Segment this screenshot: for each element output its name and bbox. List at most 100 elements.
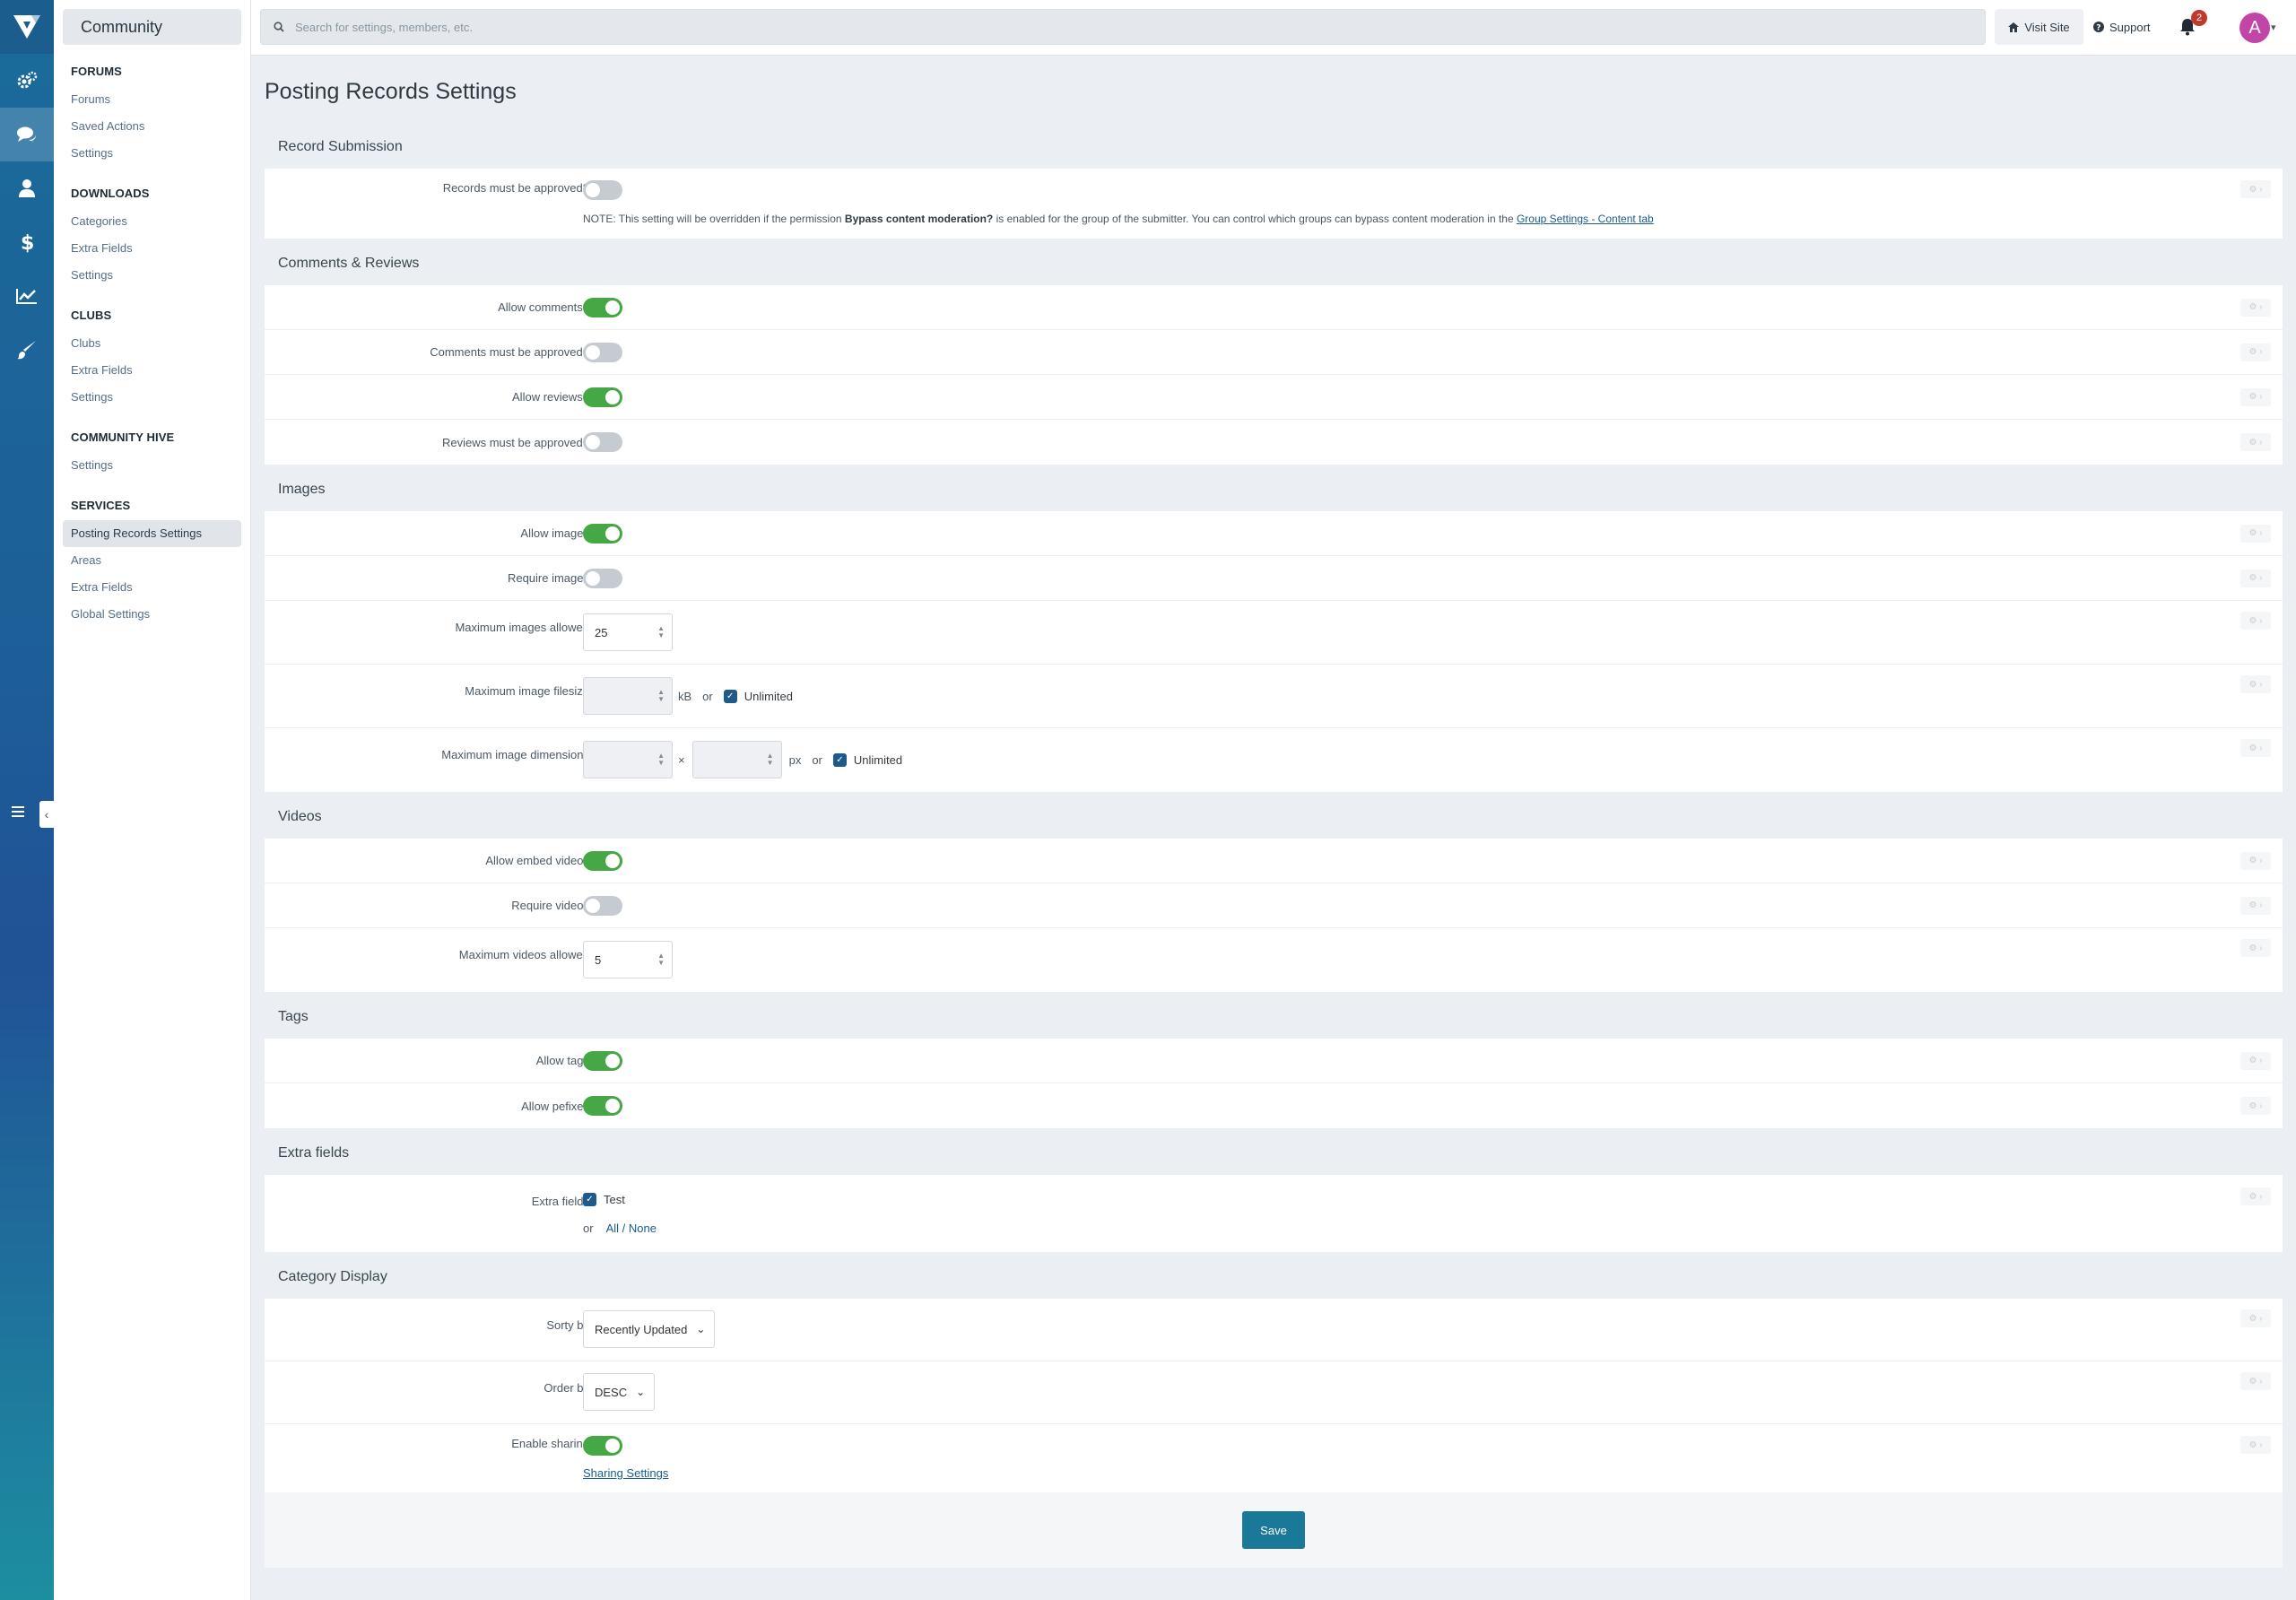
setting-gear-icon[interactable]: ⚙ › (2240, 387, 2271, 406)
setting-row: Reviews must be approved? ⚙ › (265, 420, 2283, 465)
group-settings-link[interactable]: Group Settings - Content tab (1517, 213, 1654, 225)
allow-reviews-toggle[interactable] (583, 387, 622, 407)
chevron-down-icon[interactable]: ▾ (2271, 22, 2276, 33)
sort-by-select[interactable]: Recently Updated ⌄ (583, 1310, 716, 1348)
comments-approved-toggle[interactable] (583, 342, 622, 362)
setting-gear-icon[interactable]: ⚙ › (2240, 298, 2271, 317)
setting-gear-icon[interactable]: ⚙ › (2240, 675, 2271, 693)
setting-row: Allow images ⚙ › (265, 511, 2283, 556)
nav-item-clubs-extra-fields[interactable]: Extra Fields (63, 357, 241, 384)
setting-label: Comments must be approved? (430, 345, 589, 359)
max-height-input[interactable]: ▲ ▼ (691, 741, 782, 778)
menu-toggle[interactable]: ‹ (0, 801, 54, 828)
require-images-toggle[interactable] (583, 568, 622, 588)
max-images-input[interactable]: 25 ▲ ▼ (583, 613, 673, 651)
all-none-link[interactable]: All / None (606, 1222, 657, 1235)
nav-item-clubs-settings[interactable]: Settings (63, 384, 241, 411)
setting-gear-icon[interactable]: ⚙ › (2240, 896, 2271, 915)
support-link[interactable]: ? Support (2093, 9, 2151, 45)
record-submission-card: Records must be approved? NOTE: This set… (265, 169, 2283, 239)
max-videos-input[interactable]: 5 ▲ ▼ (583, 941, 673, 978)
app-name[interactable]: Community (63, 9, 241, 45)
setting-gear-icon[interactable]: ⚙ › (2240, 1097, 2271, 1115)
setting-gear-icon[interactable]: ⚙ › (2240, 433, 2271, 451)
top-bar: Visit Site ? Support 2 A ▾ (251, 0, 2296, 56)
setting-gear-icon[interactable]: ⚙ › (2240, 939, 2271, 957)
extra-field-test-checkbox[interactable]: ✓ (583, 1193, 596, 1206)
stepper-icon[interactable]: ▲ ▼ (657, 625, 665, 639)
setting-gear-icon[interactable]: ⚙ › (2240, 1309, 2271, 1327)
order-by-select[interactable]: DESC ⌄ (583, 1373, 656, 1411)
require-videos-toggle[interactable] (583, 895, 622, 916)
nav-item-categories[interactable]: Categories (63, 208, 241, 235)
dollar-icon[interactable]: $ (0, 215, 54, 269)
setting-gear-icon[interactable]: ⚙ › (2240, 524, 2271, 543)
page-title: Posting Records Settings (265, 79, 517, 104)
allow-embed-videos-toggle[interactable] (583, 850, 622, 871)
svg-text:$: $ (21, 232, 34, 253)
community-chat-icon[interactable] (0, 108, 54, 161)
nav-item-global-settings[interactable]: Global Settings (63, 601, 241, 628)
collapse-chevron-icon[interactable]: ‹ (39, 801, 54, 828)
max-width-input[interactable]: ▲ ▼ (583, 741, 673, 778)
visit-site-button[interactable]: Visit Site (1995, 9, 2083, 45)
stats-chart-icon[interactable] (0, 269, 54, 323)
setting-label: Extra fields (531, 1195, 589, 1208)
extra-field-test-label: Test (604, 1193, 625, 1206)
dimensions-unlimited-checkbox[interactable]: ✓ (832, 752, 847, 767)
nav-section-clubs: CLUBS Clubs Extra Fields Settings (54, 309, 250, 411)
nav-item-posting-records-settings[interactable]: Posting Records Settings (63, 520, 241, 547)
stepper-icon[interactable]: ▲ ▼ (657, 752, 665, 767)
setting-gear-icon[interactable]: ⚙ › (2240, 569, 2271, 587)
setting-gear-icon[interactable]: ⚙ › (2240, 180, 2271, 198)
sharing-settings-link[interactable]: Sharing Settings (583, 1466, 668, 1480)
nav-item-forums[interactable]: Forums (63, 86, 241, 113)
stepper-icon[interactable]: ▲ ▼ (657, 689, 665, 703)
setting-gear-icon[interactable]: ⚙ › (2240, 612, 2271, 630)
enable-sharing-toggle[interactable] (583, 1436, 622, 1456)
search-box[interactable] (260, 9, 1986, 45)
group-title-category-display: Category Display (278, 1269, 387, 1284)
setting-label: Maximum image filesize (465, 684, 589, 698)
setting-gear-icon[interactable]: ⚙ › (2240, 1372, 2271, 1390)
search-input[interactable] (295, 20, 1909, 34)
stepper-icon[interactable]: ▲ ▼ (767, 752, 774, 767)
allow-tags-toggle[interactable] (583, 1050, 622, 1071)
filesize-unlimited-checkbox[interactable]: ✓ (723, 689, 737, 703)
setting-label: Records must be approved? (442, 181, 589, 195)
customization-brush-icon[interactable] (0, 323, 54, 377)
nav-item-forums-settings[interactable]: Settings (63, 140, 241, 167)
setting-gear-icon[interactable]: ⚙ › (2240, 739, 2271, 757)
setting-gear-icon[interactable]: ⚙ › (2240, 1436, 2271, 1454)
setting-gear-icon[interactable]: ⚙ › (2240, 343, 2271, 361)
nav-item-hive-settings[interactable]: Settings (63, 452, 241, 479)
nav-item-clubs[interactable]: Clubs (63, 330, 241, 357)
times-symbol: × (678, 752, 685, 767)
nav-item-downloads-extra-fields[interactable]: Extra Fields (63, 235, 241, 262)
or-text: or (812, 752, 822, 767)
allow-comments-toggle[interactable] (583, 297, 622, 317)
save-button[interactable]: Save (1242, 1511, 1305, 1549)
logo-icon[interactable] (0, 0, 54, 54)
nav-item-saved-actions[interactable]: Saved Actions (63, 113, 241, 140)
setting-gear-icon[interactable]: ⚙ › (2240, 851, 2271, 870)
secondary-nav: Community FORUMS Forums Saved Actions Se… (54, 0, 251, 1600)
records-approved-toggle[interactable] (583, 180, 622, 200)
setting-gear-icon[interactable]: ⚙ › (2240, 1187, 2271, 1205)
allow-images-toggle[interactable] (583, 523, 622, 543)
members-icon[interactable] (0, 161, 54, 215)
nav-item-areas[interactable]: Areas (63, 547, 241, 574)
allow-prefixes-toggle[interactable] (583, 1096, 622, 1116)
nav-item-services-extra-fields[interactable]: Extra Fields (63, 574, 241, 601)
max-filesize-input[interactable]: ▲ ▼ (583, 677, 673, 715)
system-gears-icon[interactable] (0, 54, 54, 108)
nav-item-downloads-settings[interactable]: Settings (63, 262, 241, 289)
or-text: or (702, 689, 713, 703)
user-avatar[interactable]: A (2239, 13, 2270, 43)
hamburger-icon[interactable] (12, 806, 24, 817)
stepper-icon[interactable]: ▲ ▼ (657, 952, 665, 967)
search-icon (274, 22, 284, 32)
reviews-approved-toggle[interactable] (583, 432, 622, 452)
setting-row: Require videos ⚙ › (265, 883, 2283, 928)
setting-gear-icon[interactable]: ⚙ › (2240, 1051, 2271, 1070)
